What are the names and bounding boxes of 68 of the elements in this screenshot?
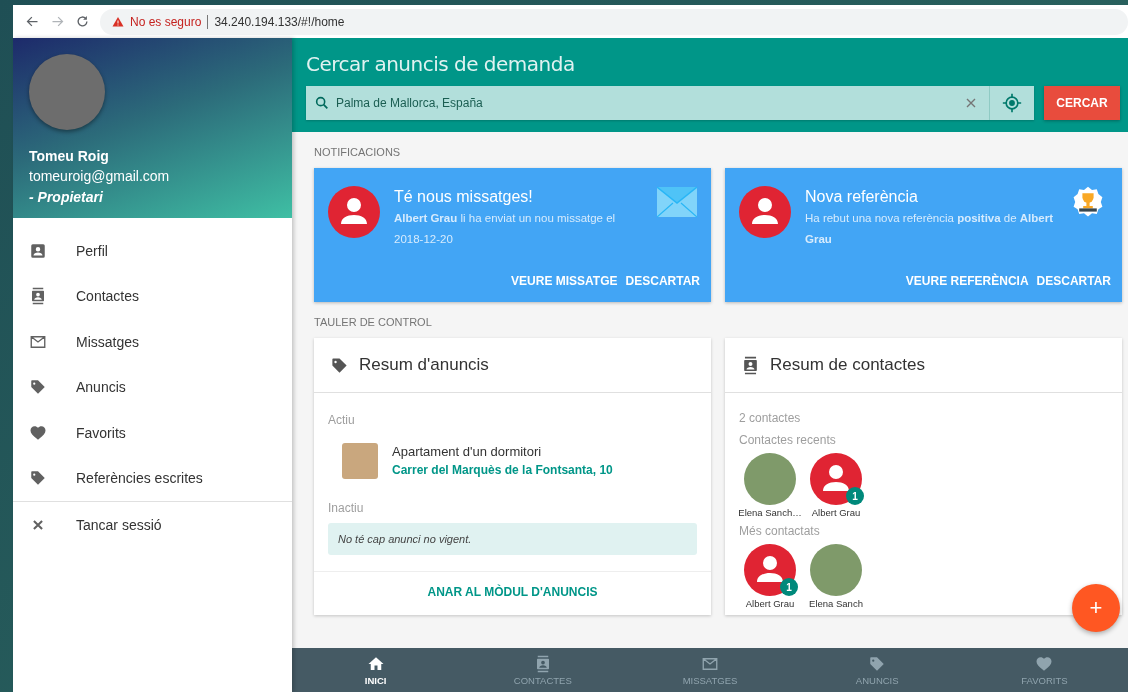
user-name: Tomeu Roig: [29, 147, 110, 166]
close-icon: [31, 517, 45, 532]
section-label: TAULER DE CONTROL: [314, 316, 433, 328]
group-label: Inactiu: [328, 500, 364, 517]
contact-name: Elena Sanch…: [738, 507, 802, 518]
heart-icon: [29, 423, 47, 442]
card-title: Resum d'anuncis: [359, 355, 489, 375]
group-label: Actiu: [328, 412, 355, 429]
user-role: - Propietari: [29, 188, 104, 207]
group-label: Contactes recents: [739, 432, 836, 449]
user-avatar-icon: [328, 186, 380, 238]
sidebar-item[interactable]: Anuncis: [13, 364, 292, 410]
nav-tab[interactable]: MISSATGES: [626, 648, 794, 692]
notification-text: Albert Grau li ha enviat un nou missatge el 2018-12-20: [394, 211, 617, 247]
notification-title: Nova referència: [805, 187, 919, 207]
search-button[interactable]: CERCAR: [1044, 86, 1120, 120]
contacts-icon: [741, 355, 760, 375]
module-link[interactable]: ANAR AL MÒDUL D'ANUNCIS: [421, 584, 604, 600]
listing-item[interactable]: Apartament d'un dormitori Carrer del Marquès de la Fontsanta, 10: [328, 429, 627, 499]
nav-tab[interactable]: ANUNCIS: [793, 648, 961, 692]
nav-tab[interactable]: FAVORITS: [960, 648, 1128, 692]
location-target-icon[interactable]: [1002, 93, 1022, 113]
sidebar-item[interactable]: Contactes: [13, 273, 292, 319]
user-avatar-icon[interactable]: [744, 544, 796, 596]
contacts-icon: [29, 287, 47, 306]
group-label: Més contactats: [739, 523, 820, 540]
sidebar-item[interactable]: Favorits: [13, 410, 292, 456]
address-bar[interactable]: No es seguro 34.240.194.133/#!/home: [100, 8, 1128, 35]
nav-tab[interactable]: INICI: [292, 648, 460, 692]
url-text: 34.240.194.133/#!/home: [214, 14, 345, 29]
count-badge: 1: [780, 578, 798, 596]
sidebar-item[interactable]: Missatges: [13, 319, 292, 365]
count-badge: 1: [846, 487, 864, 505]
logout-item[interactable]: Tancar sessió: [13, 502, 292, 548]
notification-title: Té nous missatges!: [394, 187, 534, 207]
user-avatar-icon[interactable]: [810, 453, 862, 505]
photo-placeholder: [342, 443, 378, 479]
card-title: Resum de contactes: [770, 355, 925, 375]
contact-name: Elena Sanch: [809, 598, 863, 609]
envelope-icon: [657, 186, 697, 218]
contact-count: 2 contactes: [739, 410, 801, 427]
listing-address: Carrer del Marquès de la Fontsanta, 10: [392, 462, 613, 479]
photo-placeholder[interactable]: [810, 544, 862, 596]
listing-title: Apartament d'un dormitori: [392, 443, 543, 461]
search-icon: [314, 95, 330, 111]
forward-arrow-icon[interactable]: [50, 14, 65, 29]
back-arrow-icon[interactable]: [25, 14, 40, 29]
photo-placeholder[interactable]: [744, 453, 796, 505]
nav-tab[interactable]: CONTACTES: [459, 648, 627, 692]
security-status: No es seguro: [130, 14, 202, 29]
contact-name: Albert Grau: [811, 507, 861, 518]
contact-name: Albert Grau: [745, 598, 795, 609]
sidebar-item[interactable]: Perfil: [13, 228, 292, 274]
add-button[interactable]: +: [1072, 584, 1120, 632]
notification-text: Ha rebut una nova referència positiva de Albert Grau: [805, 211, 1054, 247]
page-title: Cercar anuncis de demanda: [306, 51, 576, 78]
reload-icon[interactable]: [75, 14, 90, 29]
search-box[interactable]: Palma de Mallorca, España: [306, 86, 1034, 120]
sidebar-item[interactable]: Referències escrites: [13, 455, 292, 501]
user-email: tomeuroig@gmail.com: [29, 167, 171, 186]
tag-icon: [330, 355, 349, 375]
search-input[interactable]: Palma de Mallorca, España: [330, 95, 963, 111]
user-avatar-icon: [739, 186, 791, 238]
warning-icon: [112, 15, 124, 28]
profile-card-icon: [29, 241, 47, 260]
section-label: NOTIFICACIONS: [314, 146, 402, 158]
heart-icon: [1035, 654, 1054, 673]
empty-notice: No té cap anunci no vigent.: [328, 523, 697, 555]
